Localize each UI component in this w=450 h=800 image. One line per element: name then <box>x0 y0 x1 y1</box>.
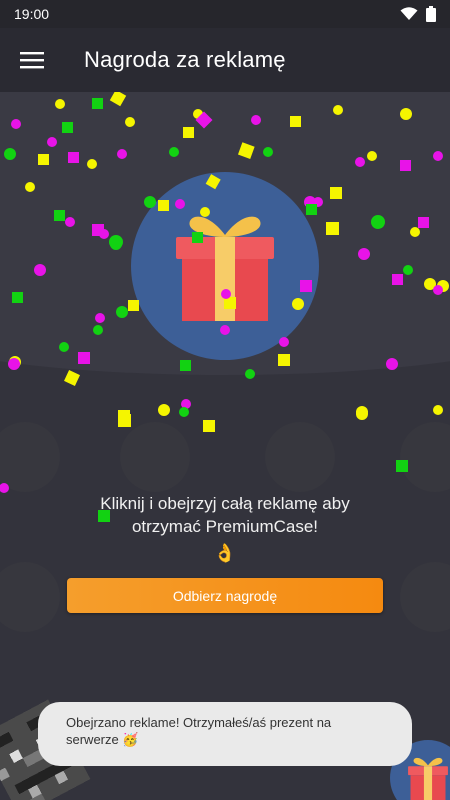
app-bar: Nagroda za reklamę <box>0 28 450 92</box>
toast-notification: Obejrzano reklame! Otrzymałeś/aś prezent… <box>38 702 412 766</box>
background-gift-icon <box>400 422 450 492</box>
reward-message: Kliknij i obejrzyj całą reklamę aby otrz… <box>40 492 410 565</box>
status-icons <box>400 6 436 22</box>
status-time: 19:00 <box>14 6 50 22</box>
background-gift-icon <box>120 422 190 492</box>
ok-hand-emoji: 👌 <box>213 543 237 563</box>
message-line-2: otrzymać PremiumCase! <box>131 517 319 536</box>
status-bar: 19:00 <box>0 0 450 28</box>
reward-content: Kliknij i obejrzyj całą reklamę aby otrz… <box>0 92 450 800</box>
page-title: Nagroda za reklamę <box>84 47 286 72</box>
gift-badge <box>131 172 319 360</box>
background-gift-icon <box>265 422 335 492</box>
claim-reward-button[interactable]: Odbierz nagrodę <box>67 578 383 613</box>
background-gift-icon <box>0 562 60 632</box>
wifi-icon <box>400 7 418 20</box>
background-gift-icon <box>0 422 60 492</box>
background-gift-icon <box>400 562 450 632</box>
hamburger-menu-icon[interactable] <box>0 28 64 92</box>
gift-icon <box>408 757 448 800</box>
toast-text: Obejrzano reklame! Otrzymałeś/aś prezent… <box>66 715 332 747</box>
battery-icon <box>426 6 436 22</box>
gift-icon <box>176 216 274 321</box>
message-line-1: Kliknij i obejrzyj całą reklamę aby <box>100 494 350 513</box>
